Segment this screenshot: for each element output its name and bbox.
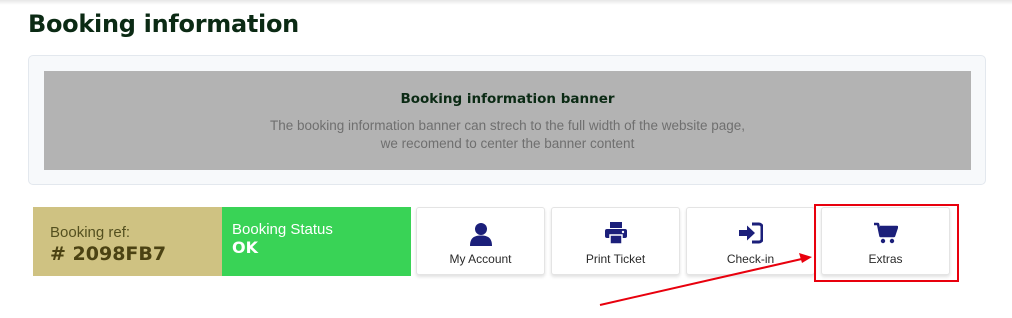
print-ticket-label: Print Ticket — [585, 252, 646, 266]
booking-status-label: Booking Status — [232, 221, 333, 238]
user-icon — [417, 222, 544, 246]
booking-status-panel: Booking Status OK — [222, 207, 411, 276]
my-account-label: My Account — [449, 252, 512, 266]
my-account-button[interactable]: My Account — [416, 207, 545, 275]
banner-line-2: we recomend to center the banner content — [380, 136, 635, 151]
print-ticket-button[interactable]: Print Ticket — [551, 207, 680, 275]
booking-ref-value: # 2098FB7 — [50, 243, 167, 265]
extras-button[interactable]: Extras — [821, 207, 950, 275]
cart-icon — [822, 222, 949, 246]
booking-ref-panel: Booking ref: # 2098FB7 — [33, 207, 222, 276]
extras-label: Extras — [868, 252, 903, 266]
page-title: Booking information — [28, 10, 299, 38]
banner-container: Booking information banner The booking i… — [28, 55, 986, 185]
booking-ref-label: Booking ref: — [50, 224, 131, 241]
banner-description: The booking information banner can strec… — [44, 117, 971, 153]
check-in-button[interactable]: Check-in — [686, 207, 815, 275]
printer-icon — [552, 222, 679, 246]
booking-info-banner: Booking information banner The booking i… — [44, 71, 971, 170]
sign-in-icon — [687, 222, 814, 246]
banner-title: Booking information banner — [400, 91, 615, 107]
header-shadow — [0, 0, 1012, 5]
check-in-label: Check-in — [726, 252, 775, 266]
booking-status-value: OK — [232, 238, 258, 257]
banner-line-1: The booking information banner can strec… — [269, 118, 746, 133]
